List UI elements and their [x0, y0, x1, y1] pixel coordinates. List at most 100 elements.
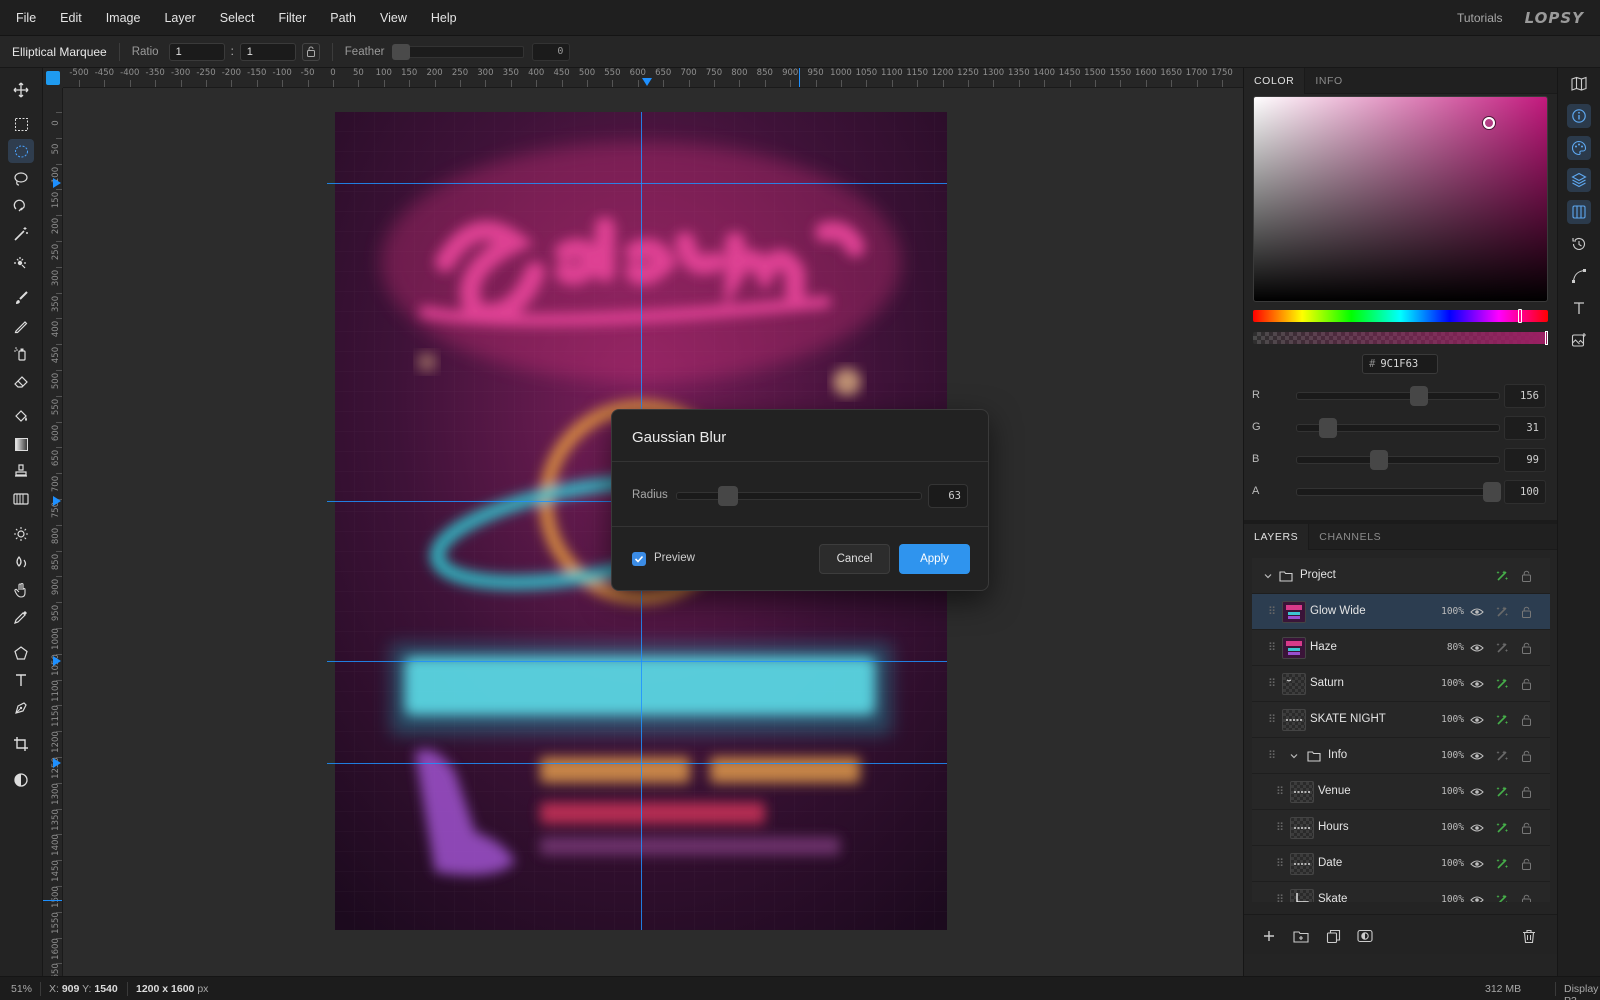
elliptical-marquee-tool[interactable] [8, 139, 34, 163]
color-picker-field[interactable] [1253, 96, 1548, 302]
chevron-down-icon[interactable] [1286, 748, 1302, 764]
lock-icon[interactable] [1518, 748, 1534, 764]
crop-tool[interactable] [8, 732, 34, 756]
channel-value-input[interactable]: 99 [1504, 448, 1546, 472]
quick-select-tool[interactable] [8, 250, 34, 274]
layer-row[interactable]: ⠿ SKATE NIGHT 100% [1252, 702, 1550, 738]
menu-filter[interactable]: Filter [266, 0, 318, 36]
layer-row[interactable]: ⠿ Skate 100% [1252, 882, 1550, 902]
menu-edit[interactable]: Edit [48, 0, 94, 36]
guide-horizontal[interactable] [327, 763, 947, 764]
guide-marker[interactable] [53, 758, 61, 768]
hue-slider-handle[interactable] [1518, 309, 1522, 323]
radius-value-input[interactable]: 63 [928, 484, 968, 508]
eraser-tool[interactable] [8, 369, 34, 393]
preview-checkbox[interactable] [632, 552, 646, 566]
smudge-tool[interactable] [8, 578, 34, 602]
info-panel-button[interactable] [1567, 104, 1591, 128]
drag-handle-icon[interactable]: ⠿ [1268, 713, 1276, 726]
ruler-corner[interactable] [43, 68, 63, 88]
hex-value[interactable]: 9C1F63 [1380, 358, 1418, 370]
ratio-height-input[interactable]: 1 [239, 42, 296, 61]
add-group-button[interactable] [1292, 927, 1310, 945]
feather-slider-thumb[interactable] [392, 43, 411, 60]
gradient-tool[interactable] [8, 432, 34, 456]
chevron-down-icon[interactable] [1260, 568, 1276, 584]
drag-handle-icon[interactable]: ⠿ [1268, 677, 1276, 690]
eye-icon[interactable] [1469, 676, 1485, 692]
character-panel-button[interactable] [1567, 296, 1591, 320]
tab-info[interactable]: INFO [1305, 68, 1352, 94]
guide-horizontal[interactable] [327, 661, 947, 662]
lasso-tool[interactable] [8, 167, 34, 191]
layer-opacity[interactable]: 100% [1434, 822, 1464, 833]
effects-icon[interactable] [1494, 712, 1510, 728]
tutorials-link[interactable]: Tutorials [1457, 11, 1503, 25]
guide-marker[interactable] [53, 178, 61, 188]
channel-value-input[interactable]: 100 [1504, 480, 1546, 504]
layer-opacity[interactable]: 80% [1434, 642, 1464, 653]
lock-icon[interactable] [1518, 568, 1534, 584]
magic-wand-tool[interactable] [8, 222, 34, 246]
color-picker-handle[interactable] [1483, 117, 1495, 129]
magnetic-lasso-tool[interactable] [8, 195, 34, 219]
color-swap-tool[interactable] [8, 768, 34, 792]
alpha-slider[interactable] [1253, 331, 1548, 345]
effects-icon[interactable] [1494, 640, 1510, 656]
lock-icon[interactable] [1518, 676, 1534, 692]
spray-tool[interactable] [8, 341, 34, 365]
eyedropper-tool[interactable] [8, 605, 34, 629]
delete-layer-button[interactable] [1520, 927, 1538, 945]
layer-row[interactable]: ⠿ Venue 100% [1252, 774, 1550, 810]
effects-icon[interactable] [1494, 820, 1510, 836]
layer-name[interactable]: Date [1318, 857, 1342, 869]
layer-name[interactable]: Haze [1310, 641, 1337, 653]
effects-icon[interactable] [1494, 604, 1510, 620]
layer-name[interactable]: Venue [1318, 785, 1351, 797]
layer-row[interactable]: ⠿ Saturn 100% [1252, 666, 1550, 702]
channel-value-input[interactable]: 156 [1504, 384, 1546, 408]
navigator-panel-button[interactable] [1567, 72, 1591, 96]
drag-handle-icon[interactable]: ⠿ [1276, 785, 1284, 798]
zoom-level[interactable]: 51% [11, 983, 32, 995]
color-panel-button[interactable] [1567, 136, 1591, 160]
lock-icon[interactable] [1518, 640, 1534, 656]
layer-row[interactable]: ⠿ Date 100% [1252, 846, 1550, 882]
layer-opacity[interactable]: 100% [1434, 714, 1464, 725]
channel-slider-thumb[interactable] [1483, 482, 1501, 502]
menu-layer[interactable]: Layer [152, 0, 207, 36]
eye-icon[interactable] [1469, 856, 1485, 872]
layer-name[interactable]: Saturn [1310, 677, 1344, 689]
eye-icon[interactable] [1469, 604, 1485, 620]
drag-handle-icon[interactable]: ⠿ [1268, 641, 1276, 654]
channel-slider-thumb[interactable] [1369, 450, 1388, 470]
horizontal-ruler[interactable]: -500 -450 -400 -350 -300 -250 -200 -150 -100 -50 0… [63, 68, 1243, 88]
layer-opacity[interactable]: 100% [1434, 678, 1464, 689]
layer-name[interactable]: Glow Wide [1310, 605, 1366, 617]
layer-opacity[interactable]: 100% [1434, 894, 1464, 902]
apply-button[interactable]: Apply [899, 544, 970, 574]
layer-opacity[interactable]: 100% [1434, 750, 1464, 761]
hue-slider[interactable] [1253, 309, 1548, 323]
channel-slider-thumb[interactable] [1410, 386, 1429, 406]
mask-layer-button[interactable] [1356, 927, 1374, 945]
preview-label[interactable]: Preview [654, 552, 695, 564]
guide-marker[interactable] [642, 78, 652, 86]
add-layer-button[interactable] [1260, 927, 1278, 945]
lock-icon[interactable] [1518, 820, 1534, 836]
effects-icon[interactable] [1494, 856, 1510, 872]
channel-slider-r[interactable] [1296, 386, 1500, 406]
effects-icon[interactable] [1494, 784, 1510, 800]
effects-icon[interactable] [1494, 568, 1510, 584]
paths-panel-button[interactable] [1567, 264, 1591, 288]
eye-icon[interactable] [1469, 820, 1485, 836]
layer-opacity[interactable]: 100% [1434, 606, 1464, 617]
eye-icon[interactable] [1469, 892, 1485, 902]
drag-handle-icon[interactable]: ⠿ [1276, 821, 1284, 834]
radius-slider-thumb[interactable] [717, 486, 738, 506]
layer-opacity[interactable]: 100% [1434, 786, 1464, 797]
pattern-tool[interactable] [8, 487, 34, 511]
brush-tool[interactable] [8, 286, 34, 310]
channels-panel-button[interactable] [1567, 200, 1591, 224]
layer-name[interactable]: Skate [1318, 893, 1347, 902]
